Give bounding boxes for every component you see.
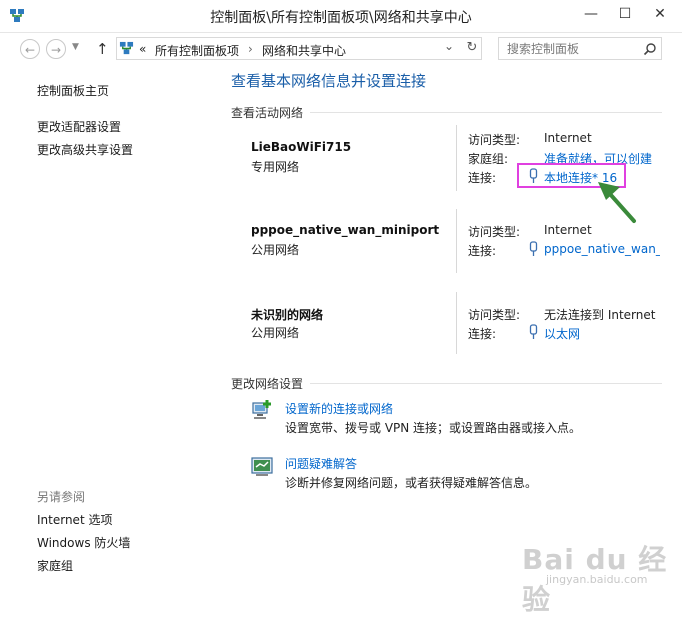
network-2-connection-link[interactable]: pppoe_native_wan_r (544, 242, 660, 256)
network-1-access-value: Internet (544, 131, 592, 145)
history-dropdown-icon[interactable]: ▼ (72, 42, 79, 52)
sidebar-control-panel-home[interactable]: 控制面板主页 (37, 82, 109, 99)
title-bar: 控制面板\所有控制面板项\网络和共享中心 — ☐ ✕ (0, 0, 682, 33)
breadcrumb-all-items[interactable]: 所有控制面板项 (155, 42, 239, 59)
active-networks-heading: 查看活动网络 (231, 106, 304, 120)
network-3-type: 公用网络 (251, 326, 300, 340)
network-1-access-label: 访问类型: (468, 133, 521, 147)
network-2-connection-label: 连接: (468, 244, 497, 258)
network-3-separator (456, 292, 457, 354)
see-also-windows-firewall[interactable]: Windows 防火墙 (37, 534, 130, 551)
close-button[interactable]: ✕ (647, 4, 673, 24)
troubleshoot-icon (250, 454, 274, 478)
sidebar-change-adapter-settings[interactable]: 更改适配器设置 (37, 118, 121, 135)
search-input[interactable] (505, 41, 639, 57)
network-3-access-label: 访问类型: (468, 308, 521, 322)
setup-connection-icon (250, 398, 274, 422)
breadcrumb-arrow-icon[interactable]: › (248, 42, 253, 56)
search-icon[interactable] (643, 42, 657, 56)
annotation-arrow-icon (596, 178, 638, 224)
breadcrumb-overflow[interactable]: « (139, 42, 146, 56)
refresh-button[interactable]: ↻ (462, 37, 482, 60)
address-control-panel-icon (119, 41, 134, 56)
network-3-connection-label: 连接: (468, 327, 497, 341)
network-1-homegroup-label: 家庭组: (468, 152, 509, 166)
search-box[interactable] (498, 37, 662, 60)
breadcrumb-network-center[interactable]: 网络和共享中心 (262, 42, 346, 59)
minimize-button[interactable]: — (578, 4, 604, 24)
network-1-connection-label: 连接: (468, 171, 497, 185)
troubleshoot-description: 诊断并修复网络问题，或者获得疑难解答信息。 (285, 476, 538, 490)
navigation-bar: ← → ▼ ↑ « 所有控制面板项 › 网络和共享中心 ⌄ ↻ (0, 33, 682, 65)
forward-button[interactable]: → (46, 39, 66, 59)
network-1-separator (456, 125, 457, 191)
network-2-type: 公用网络 (251, 243, 300, 257)
sidebar-change-advanced-sharing[interactable]: 更改高级共享设置 (37, 141, 133, 158)
network-2-access-value: Internet (544, 223, 592, 237)
setup-connection-description: 设置宽带、拨号或 VPN 连接；或设置路由器或接入点。 (285, 421, 582, 435)
address-dropdown-icon[interactable]: ⌄ (444, 39, 454, 53)
change-settings-divider (310, 383, 662, 384)
troubleshoot-link[interactable]: 问题疑难解答 (285, 455, 357, 472)
network-3-access-value: 无法连接到 Internet (544, 308, 656, 322)
back-button[interactable]: ← (20, 39, 40, 59)
network-3-name: 未识别的网络 (251, 308, 324, 322)
see-also-internet-options[interactable]: Internet 选项 (37, 511, 112, 528)
baidu-watermark-url: jingyan.baidu.com (546, 573, 648, 586)
active-networks-divider (310, 112, 662, 113)
network-1-type: 专用网络 (251, 160, 300, 174)
see-also-heading: 另请参阅 (37, 490, 86, 504)
setup-connection-link[interactable]: 设置新的连接或网络 (285, 400, 393, 417)
change-settings-heading: 更改网络设置 (231, 377, 304, 391)
see-also-homegroup[interactable]: 家庭组 (37, 557, 73, 574)
up-button[interactable]: ↑ (96, 40, 109, 58)
network-2-name: pppoe_native_wan_miniport (251, 223, 440, 237)
network-2-adapter-icon (529, 241, 538, 257)
maximize-button[interactable]: ☐ (612, 4, 638, 24)
network-3-connection-link[interactable]: 以太网 (544, 325, 580, 342)
network-3-ethernet-adapter-icon (529, 324, 538, 340)
network-2-access-label: 访问类型: (468, 225, 521, 239)
page-title: 查看基本网络信息并设置连接 (231, 72, 427, 90)
address-bar[interactable]: « 所有控制面板项 › 网络和共享中心 ⌄ (116, 37, 482, 60)
network-2-separator (456, 209, 457, 273)
network-1-name: LieBaoWiFi715 (251, 140, 352, 154)
